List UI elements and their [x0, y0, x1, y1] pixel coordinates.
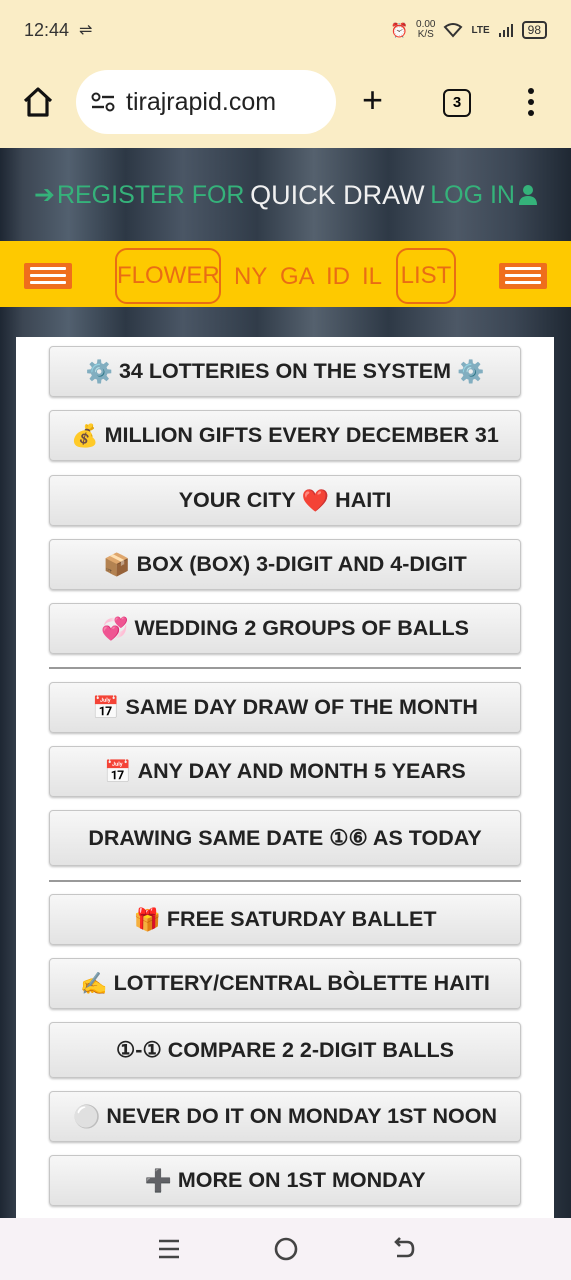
new-tab-button[interactable]: +: [362, 82, 383, 118]
signal-icon: [498, 24, 513, 37]
login-label: LOG IN: [430, 180, 515, 209]
button-label: LOTTERY/CENTRAL BÒLETTE HAITI: [113, 971, 490, 995]
button-label: WEDDING 2 GROUPS OF BALLS: [134, 616, 469, 640]
home-circle-icon[interactable]: [271, 1234, 301, 1264]
site-header: ➔ REGISTER FOR QUICK DRAW LOG IN: [0, 148, 571, 242]
browser-menu-icon[interactable]: [528, 88, 536, 120]
login-link[interactable]: LOG IN: [430, 181, 537, 210]
status-bar: 12:44 ⇌ ⏰ 0.00 K/S LTE 98: [0, 0, 571, 60]
writing-hand-icon: ✍️: [80, 970, 108, 996]
nav-ga[interactable]: GA: [280, 263, 315, 291]
register-label: REGISTER FOR: [56, 180, 245, 209]
button-label: DRAWING SAME DATE ①⑥ AS TODAY: [88, 825, 482, 850]
url-text: tirajrapid.com: [126, 87, 277, 116]
web-page: ➔ REGISTER FOR QUICK DRAW LOG IN FLOWER …: [0, 148, 571, 1218]
any-day-button[interactable]: 📅 ANY DAY AND MONTH 5 YEARS: [49, 746, 521, 797]
tab-switcher-button[interactable]: 3: [443, 89, 471, 117]
free-saturday-button[interactable]: 🎁 FREE SATURDAY BALLET: [49, 894, 521, 945]
button-label: 34 LOTTERIES ON THE SYSTEM: [118, 359, 452, 383]
divider: [49, 880, 521, 882]
notification-icon: ⇌: [79, 22, 93, 39]
button-label: ANY DAY AND MONTH 5 YEARS: [137, 759, 466, 783]
nav-flower[interactable]: FLOWER: [115, 248, 221, 304]
calendar-icon: 📅: [104, 758, 132, 784]
button-label: FREE SATURDAY BALLET: [166, 907, 437, 931]
sign-in-arrow-icon: ➔: [34, 181, 55, 209]
compare-balls-button[interactable]: ①-① COMPARE 2 2-DIGIT BALLS: [49, 1022, 521, 1078]
nav-list[interactable]: LIST: [396, 248, 456, 304]
money-bag-icon: 💰: [71, 422, 99, 448]
site-title: QUICK DRAW: [250, 179, 425, 210]
button-label: MILLION GIFTS EVERY DECEMBER 31: [104, 423, 499, 447]
status-indicators: ⏰ 0.00 K/S LTE 98: [391, 20, 547, 40]
netspeed: 0.00 K/S: [416, 20, 435, 40]
recent-apps-icon[interactable]: [154, 1234, 184, 1264]
lottery-central-button[interactable]: ✍️ LOTTERY/CENTRAL BÒLETTE HAITI: [49, 958, 521, 1009]
gear-icon: ⚙️: [457, 358, 485, 384]
button-label: ①-① COMPARE 2 2-DIGIT BALLS: [116, 1037, 454, 1062]
package-icon: 📦: [103, 551, 131, 577]
status-time: 12:44: [24, 19, 70, 40]
left-menu-icon[interactable]: [24, 263, 72, 289]
hearts-icon: 💞: [101, 615, 129, 641]
button-label: NEVER DO IT ON MONDAY 1ST NOON: [106, 1104, 498, 1128]
lotteries-button[interactable]: ⚙️ 34 LOTTERIES ON THE SYSTEM ⚙️: [49, 346, 521, 397]
right-menu-icon[interactable]: [499, 263, 547, 289]
signal-label: LTE: [471, 24, 490, 36]
lottery-nav-bar: FLOWER NY GA ID IL LIST: [0, 241, 571, 307]
plus-icon: ➕: [144, 1167, 172, 1193]
button-label: MORE ON 1ST MONDAY: [177, 1168, 426, 1192]
nav-il[interactable]: IL: [362, 263, 382, 291]
gear-icon: ⚙️: [85, 358, 113, 384]
wifi-icon: [444, 23, 463, 38]
nav-id[interactable]: ID: [326, 263, 350, 291]
button-label: SAME DAY DRAW OF THE MONTH: [125, 695, 478, 719]
netspeed-unit: K/S: [417, 29, 434, 40]
button-label: YOUR CITY: [178, 488, 296, 512]
address-bar[interactable]: tirajrapid.com: [76, 70, 336, 134]
site-settings-icon[interactable]: [90, 90, 116, 114]
white-circle-icon: ⚪: [72, 1103, 101, 1129]
nav-ny[interactable]: NY: [234, 263, 267, 291]
button-label: BOX (BOX) 3-DIGIT AND 4-DIGIT: [136, 552, 467, 576]
heart-icon: ❤️: [301, 487, 330, 513]
browser-toolbar: tirajrapid.com + 3: [0, 60, 571, 148]
box-button[interactable]: 📦 BOX (BOX) 3-DIGIT AND 4-DIGIT: [49, 539, 521, 590]
gift-icon: 🎁: [133, 906, 161, 932]
system-nav-bar: [0, 1218, 571, 1280]
back-icon[interactable]: [388, 1234, 418, 1264]
alarm-icon: ⏰: [390, 21, 409, 38]
more-monday-button[interactable]: ➕ MORE ON 1ST MONDAY: [49, 1155, 521, 1206]
button-label: HAITI: [335, 488, 392, 512]
your-city-button[interactable]: YOUR CITY ❤️ HAITI: [49, 475, 521, 526]
battery-indicator: 98: [521, 21, 547, 39]
never-monday-button[interactable]: ⚪ NEVER DO IT ON MONDAY 1ST NOON: [49, 1091, 521, 1142]
menu-panel: ⚙️ 34 LOTTERIES ON THE SYSTEM ⚙️ 💰 MILLI…: [16, 337, 554, 1218]
same-day-draw-button[interactable]: 📅 SAME DAY DRAW OF THE MONTH: [49, 682, 521, 733]
calendar-icon: 📅: [92, 694, 120, 720]
wedding-button[interactable]: 💞 WEDDING 2 GROUPS OF BALLS: [49, 603, 521, 654]
same-date-button[interactable]: DRAWING SAME DATE ①⑥ AS TODAY: [49, 810, 521, 866]
million-gifts-button[interactable]: 💰 MILLION GIFTS EVERY DECEMBER 31: [49, 410, 521, 461]
divider: [49, 667, 521, 669]
home-icon[interactable]: [20, 84, 56, 120]
user-icon: [519, 185, 537, 205]
register-link[interactable]: ➔ REGISTER FOR: [34, 180, 244, 210]
